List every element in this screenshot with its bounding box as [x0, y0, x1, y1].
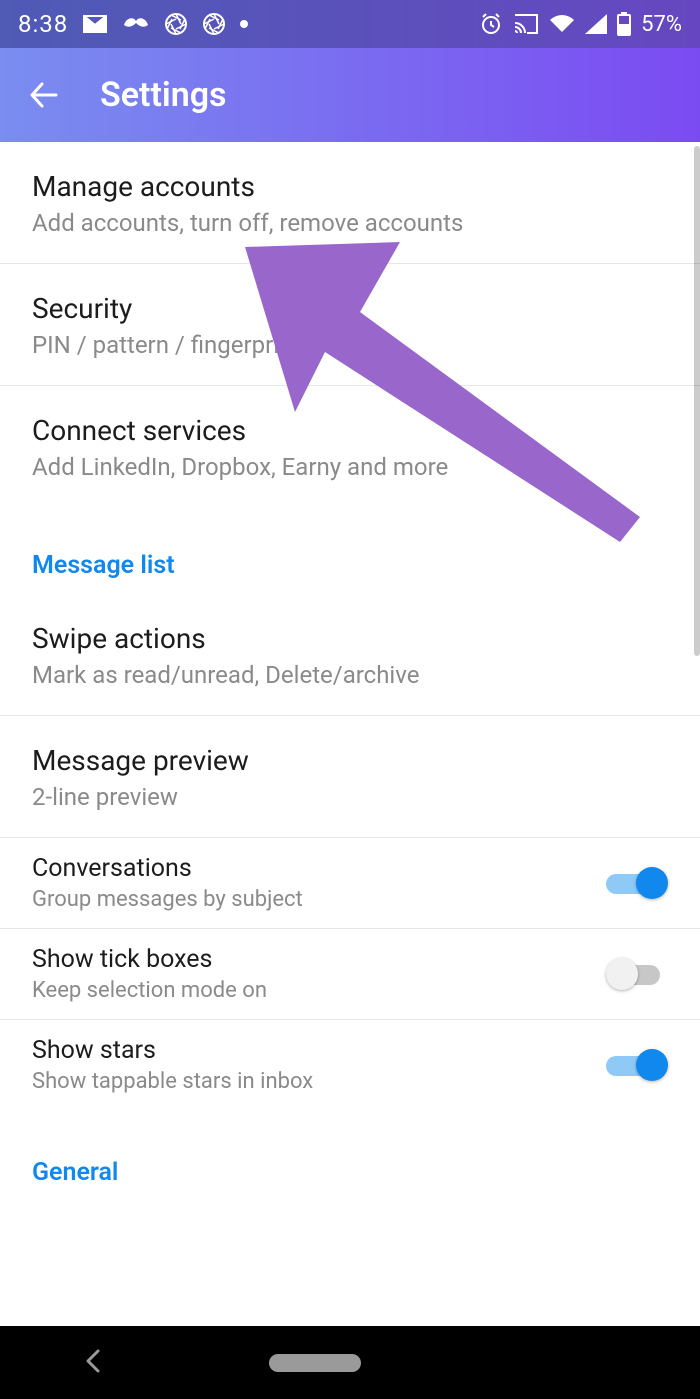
setting-title: Manage accounts — [32, 170, 668, 203]
setting-subtitle: Add LinkedIn, Dropbox, Earny and more — [32, 453, 668, 481]
alarm-icon — [479, 12, 503, 36]
setting-title: Show tick boxes — [32, 945, 606, 974]
section-header-general: General — [0, 1110, 700, 1201]
setting-subtitle: Add accounts, turn off, remove accounts — [32, 209, 668, 237]
setting-subtitle: Show tappable stars in inbox — [32, 1069, 606, 1094]
setting-subtitle: Mark as read/unread, Delete/archive — [32, 661, 668, 689]
toggle-show-stars[interactable] — [606, 1047, 668, 1083]
setting-show-stars[interactable]: Show stars Show tappable stars in inbox — [0, 1020, 700, 1110]
status-left: 8:38 — [18, 10, 248, 38]
setting-title: Message preview — [32, 744, 668, 777]
setting-message-preview[interactable]: Message preview 2-line preview — [0, 716, 700, 838]
setting-title: Security — [32, 292, 668, 325]
setting-subtitle: 2-line preview — [32, 783, 668, 811]
setting-connect-services[interactable]: Connect services Add LinkedIn, Dropbox, … — [0, 386, 700, 507]
setting-conversations[interactable]: Conversations Group messages by subject — [0, 838, 700, 929]
wifi-icon — [549, 14, 575, 34]
cast-icon — [513, 13, 539, 35]
battery-percentage: 57% — [641, 12, 682, 37]
status-right: 57% — [479, 12, 682, 37]
back-button[interactable] — [16, 66, 74, 124]
setting-title: Conversations — [32, 854, 606, 883]
setting-title: Show stars — [32, 1036, 606, 1065]
setting-subtitle: Keep selection mode on — [32, 978, 606, 1003]
app-bar: Settings — [0, 48, 700, 142]
system-nav-bar — [0, 1326, 700, 1399]
screen: 8:38 — [0, 0, 700, 1399]
battery-icon — [617, 12, 631, 36]
setting-title: Swipe actions — [32, 622, 668, 655]
setting-subtitle: PIN / pattern / fingerprint — [32, 331, 668, 359]
cell-signal-icon — [585, 14, 607, 34]
page-title: Settings — [100, 75, 227, 115]
toggle-conversations[interactable] — [606, 865, 668, 901]
setting-subtitle: Group messages by subject — [32, 887, 606, 912]
aperture-icon — [164, 12, 188, 36]
status-time: 8:38 — [18, 10, 68, 38]
nav-home-pill[interactable] — [269, 1354, 361, 1372]
mail-icon — [82, 14, 108, 34]
section-header-message-list: Message list — [0, 507, 700, 594]
toggle-show-tick-boxes[interactable] — [606, 956, 668, 992]
more-notifications-dot — [240, 20, 248, 28]
settings-list: Manage accounts Add accounts, turn off, … — [0, 142, 700, 1326]
status-bar: 8:38 — [0, 0, 700, 48]
setting-security[interactable]: Security PIN / pattern / fingerprint — [0, 264, 700, 386]
setting-manage-accounts[interactable]: Manage accounts Add accounts, turn off, … — [0, 142, 700, 264]
mustache-icon — [122, 17, 150, 31]
scrollbar[interactable] — [694, 146, 700, 656]
nav-back-button[interactable] — [82, 1347, 104, 1379]
setting-title: Connect services — [32, 414, 668, 447]
aperture-icon — [202, 12, 226, 36]
setting-swipe-actions[interactable]: Swipe actions Mark as read/unread, Delet… — [0, 594, 700, 716]
setting-show-tick-boxes[interactable]: Show tick boxes Keep selection mode on — [0, 929, 700, 1020]
